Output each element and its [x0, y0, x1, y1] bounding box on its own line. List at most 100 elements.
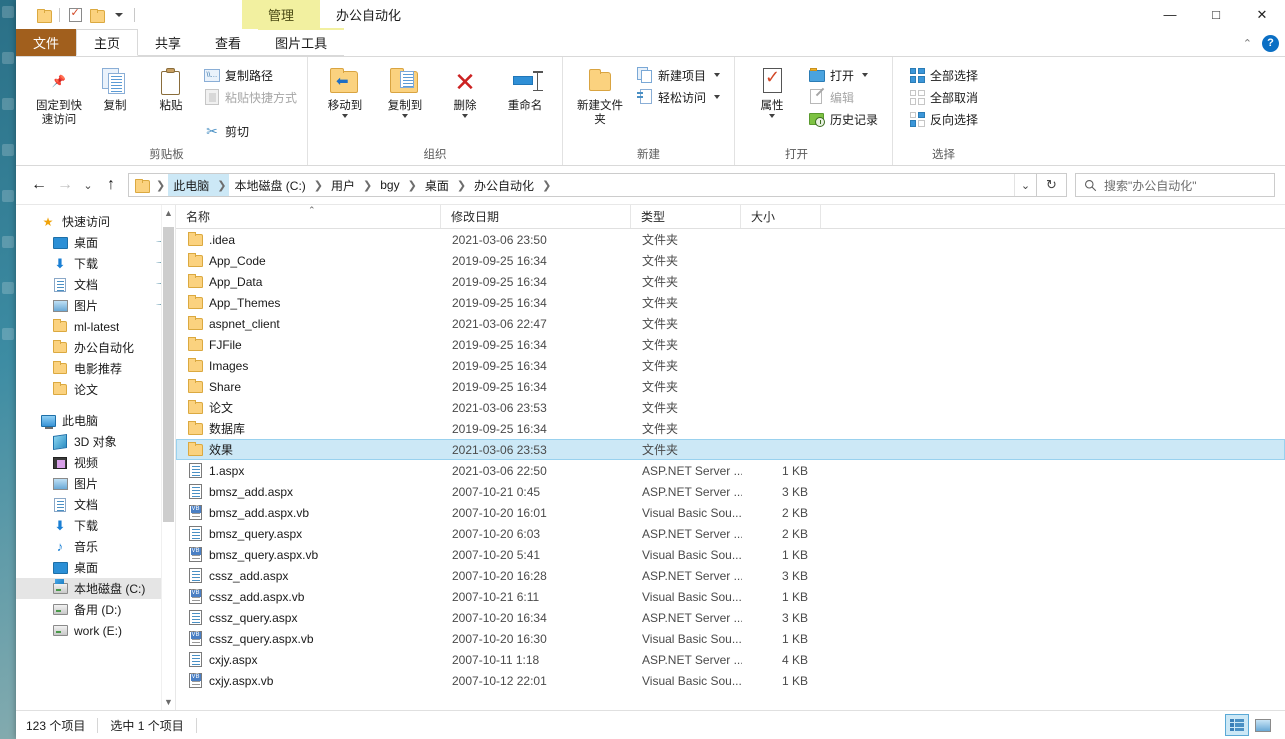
- search-input[interactable]: 搜索"办公自动化": [1104, 177, 1197, 194]
- table-row[interactable]: .idea 2021-03-06 23:50 文件夹: [176, 229, 1285, 250]
- recent-locations-icon[interactable]: ⌄: [78, 172, 98, 198]
- table-row[interactable]: cssz_add.aspx.vb 2007-10-21 6:11 Visual Ba…: [176, 586, 1285, 607]
- table-row[interactable]: bmsz_add.aspx 2007-10-21 0:45 ASP.NET Serv…: [176, 481, 1285, 502]
- scroll-down-icon[interactable]: ▼: [162, 694, 175, 710]
- nav-pane-scrollbar[interactable]: ▲ ▼: [161, 205, 175, 710]
- qat-properties-icon[interactable]: [64, 4, 86, 26]
- table-row[interactable]: bmsz_add.aspx.vb 2007-10-20 16:01 Visual B…: [176, 502, 1285, 523]
- collapse-ribbon-icon[interactable]: ⌃: [1243, 37, 1252, 50]
- scrollbar-track[interactable]: [162, 221, 175, 694]
- nav-item-ml-latest[interactable]: ml-latest: [16, 316, 175, 337]
- nav-item-downloads-pc[interactable]: ⬇ 下载: [16, 515, 175, 536]
- nav-item-pictures[interactable]: 图片 📌: [16, 295, 175, 316]
- nav-item-documents[interactable]: 文档 📌: [16, 274, 175, 295]
- file-name-cell[interactable]: cxjy.aspx.vb: [177, 673, 442, 689]
- table-row[interactable]: 1.aspx 2021-03-06 22:50 ASP.NET Server ...…: [176, 460, 1285, 481]
- close-button[interactable]: ✕: [1239, 0, 1285, 29]
- breadcrumb-separator-icon[interactable]: ❯: [153, 174, 168, 196]
- file-name-cell[interactable]: bmsz_query.aspx: [177, 526, 442, 542]
- file-name-cell[interactable]: cxjy.aspx: [177, 652, 442, 668]
- copy-to-button[interactable]: 复制到: [378, 62, 432, 118]
- nav-item-downloads[interactable]: ⬇ 下载 📌: [16, 253, 175, 274]
- copy-button[interactable]: 复制: [88, 62, 142, 113]
- file-name-cell[interactable]: App_Data: [177, 273, 442, 290]
- breadcrumb-item-local-disk-c[interactable]: 本地磁盘 (C:): [229, 174, 310, 196]
- qat-customize-caret-icon[interactable]: [108, 4, 130, 26]
- file-name-cell[interactable]: Images: [177, 357, 442, 374]
- file-name-cell[interactable]: FJFile: [177, 336, 442, 353]
- delete-button[interactable]: ✕ 删除: [438, 62, 492, 118]
- table-row[interactable]: aspnet_client 2021-03-06 22:47 文件夹: [176, 313, 1285, 334]
- breadcrumb-separator-icon[interactable]: ❯: [214, 174, 230, 196]
- forward-button[interactable]: →: [52, 172, 78, 198]
- nav-item-backup-d[interactable]: 备用 (D:): [16, 599, 175, 620]
- edit-button[interactable]: 编辑: [805, 86, 882, 108]
- table-row[interactable]: Images 2019-09-25 16:34 文件夹: [176, 355, 1285, 376]
- thumbnails-view-button[interactable]: [1251, 714, 1275, 736]
- paste-shortcut-button[interactable]: 粘贴快捷方式: [200, 86, 301, 108]
- move-to-caret-icon[interactable]: [342, 114, 349, 118]
- breadcrumb-item-bgy[interactable]: bgy: [375, 174, 404, 196]
- file-name-cell[interactable]: App_Themes: [177, 294, 442, 311]
- table-row[interactable]: App_Code 2019-09-25 16:34 文件夹: [176, 250, 1285, 271]
- cut-button[interactable]: ✂ 剪切: [200, 120, 301, 142]
- breadcrumb-item-office-automation[interactable]: 办公自动化: [469, 174, 539, 196]
- breadcrumb-item-desktop[interactable]: 桌面: [420, 174, 454, 196]
- breadcrumb-separator-icon[interactable]: ❯: [539, 174, 554, 196]
- nav-item-movie-recommend[interactable]: 电影推荐: [16, 358, 175, 379]
- nav-item-pictures-pc[interactable]: 图片: [16, 473, 175, 494]
- file-name-cell[interactable]: 数据库: [177, 420, 442, 437]
- file-name-cell[interactable]: 论文: [177, 399, 442, 416]
- file-name-cell[interactable]: cssz_query.aspx.vb: [177, 631, 442, 647]
- minimize-button[interactable]: —: [1147, 0, 1193, 29]
- new-item-button[interactable]: 新建项目: [633, 64, 724, 86]
- nav-item-3d-objects[interactable]: 3D 对象: [16, 431, 175, 452]
- table-row[interactable]: bmsz_query.aspx.vb 2007-10-20 5:41 Visual …: [176, 544, 1285, 565]
- file-name-cell[interactable]: App_Code: [177, 252, 442, 269]
- file-name-cell[interactable]: 效果: [177, 441, 442, 458]
- help-icon[interactable]: ?: [1262, 34, 1279, 52]
- tab-picture-tools[interactable]: 图片工具: [258, 28, 345, 56]
- tab-file[interactable]: 文件: [16, 29, 77, 56]
- table-row[interactable]: 数据库 2019-09-25 16:34 文件夹: [176, 418, 1285, 439]
- table-row[interactable]: FJFile 2019-09-25 16:34 文件夹: [176, 334, 1285, 355]
- nav-item-thesis[interactable]: 论文: [16, 379, 175, 400]
- table-row[interactable]: bmsz_query.aspx 2007-10-20 6:03 ASP.NET Se…: [176, 523, 1285, 544]
- delete-caret-icon[interactable]: [462, 114, 469, 118]
- column-header-size[interactable]: 大小: [741, 205, 821, 228]
- column-header-date[interactable]: 修改日期: [441, 205, 631, 228]
- qat-new-folder-icon[interactable]: [86, 4, 108, 26]
- table-row[interactable]: cssz_add.aspx 2007-10-20 16:28 ASP.NET Ser…: [176, 565, 1285, 586]
- pin-to-quick-access-button[interactable]: 📌 固定到快速访问: [32, 62, 86, 127]
- copy-to-caret-icon[interactable]: [402, 114, 409, 118]
- nav-item-office-automation[interactable]: 办公自动化: [16, 337, 175, 358]
- nav-item-this-pc[interactable]: 此电脑: [16, 410, 175, 431]
- scrollbar-thumb[interactable]: [163, 227, 174, 522]
- tab-home[interactable]: 主页: [76, 29, 139, 56]
- column-header-name[interactable]: ⌃ 名称: [176, 205, 441, 228]
- file-name-cell[interactable]: Share: [177, 378, 442, 395]
- file-name-cell[interactable]: .idea: [177, 231, 442, 248]
- table-row[interactable]: 论文 2021-03-06 23:53 文件夹: [176, 397, 1285, 418]
- paste-button[interactable]: 粘贴: [144, 62, 198, 113]
- table-row[interactable]: App_Data 2019-09-25 16:34 文件夹: [176, 271, 1285, 292]
- table-row[interactable]: Share 2019-09-25 16:34 文件夹: [176, 376, 1285, 397]
- breadcrumb-separator-icon[interactable]: ❯: [360, 174, 375, 196]
- tab-view[interactable]: 查看: [198, 29, 259, 56]
- breadcrumb-separator-icon[interactable]: ❯: [405, 174, 420, 196]
- nav-item-desktop-pc[interactable]: 桌面: [16, 557, 175, 578]
- file-name-cell[interactable]: aspnet_client: [177, 315, 442, 332]
- details-view-button[interactable]: [1225, 714, 1249, 736]
- up-button[interactable]: ↑: [98, 172, 124, 198]
- properties-caret-icon[interactable]: [769, 114, 776, 118]
- nav-item-documents-pc[interactable]: 文档: [16, 494, 175, 515]
- refresh-button[interactable]: ↻: [1037, 173, 1067, 197]
- breadcrumb-item-this-pc[interactable]: 此电脑: [168, 174, 215, 196]
- breadcrumb-item-users[interactable]: 用户: [326, 174, 360, 196]
- nav-item-desktop[interactable]: 桌面 📌: [16, 232, 175, 253]
- open-button[interactable]: 打开: [805, 64, 882, 86]
- tab-share[interactable]: 共享: [138, 29, 199, 56]
- nav-item-local-disk-c[interactable]: 本地磁盘 (C:): [16, 578, 175, 599]
- nav-item-work-e[interactable]: work (E:): [16, 620, 175, 641]
- search-box[interactable]: 搜索"办公自动化": [1075, 173, 1275, 197]
